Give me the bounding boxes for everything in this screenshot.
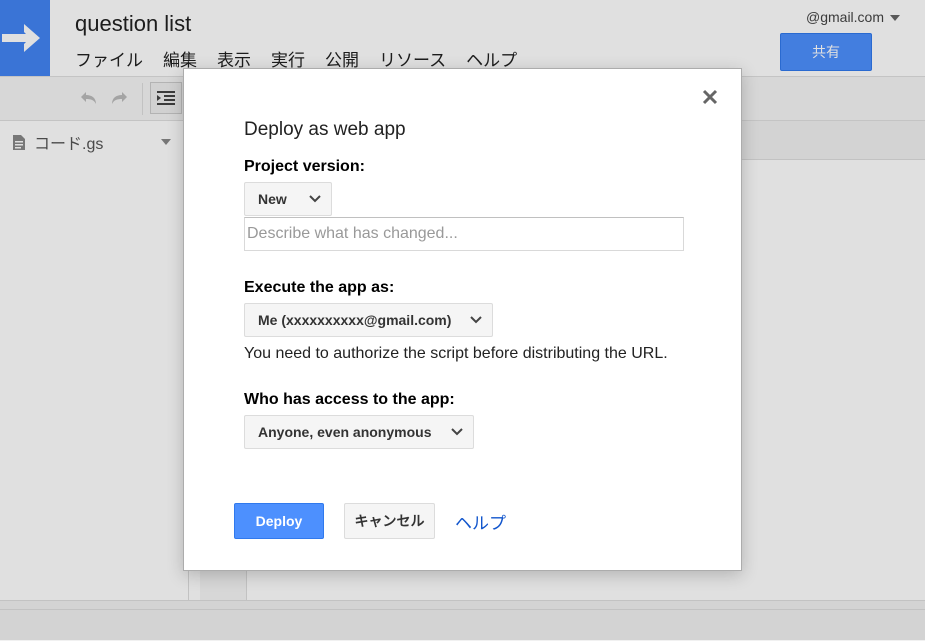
project-version-label: Project version: [244, 158, 365, 175]
access-label: Who has access to the app: [244, 391, 455, 408]
project-version-value: New [258, 191, 287, 207]
close-icon[interactable] [701, 88, 719, 106]
deploy-web-app-dialog: Deploy as web app Project version: New E… [183, 68, 742, 571]
project-version-select[interactable]: New [244, 182, 332, 216]
dialog-title: Deploy as web app [244, 119, 406, 140]
chevron-down-icon [451, 428, 463, 436]
chevron-down-icon [470, 316, 482, 324]
cancel-button[interactable]: キャンセル [344, 503, 435, 539]
execute-as-value: Me (xxxxxxxxxx@gmail.com) [258, 312, 452, 328]
execute-as-label: Execute the app as: [244, 279, 395, 296]
chevron-down-icon [309, 195, 321, 203]
help-link[interactable]: ヘルプ [455, 509, 506, 534]
authorization-note: You need to authorize the script before … [244, 345, 668, 362]
deploy-button[interactable]: Deploy [234, 503, 324, 539]
version-description-input[interactable] [244, 217, 684, 251]
access-value: Anyone, even anonymous [258, 424, 432, 440]
execute-as-select[interactable]: Me (xxxxxxxxxx@gmail.com) [244, 303, 493, 337]
access-select[interactable]: Anyone, even anonymous [244, 415, 474, 449]
